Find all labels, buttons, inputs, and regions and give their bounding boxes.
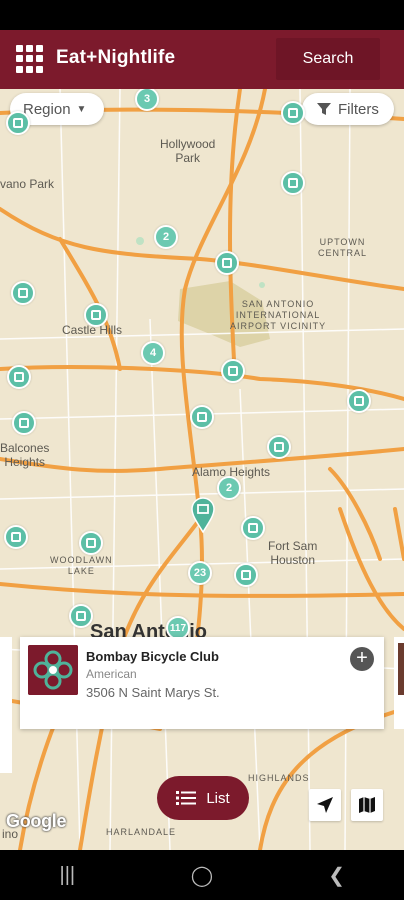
venue-marker[interactable] — [12, 411, 36, 435]
adjacent-card-left[interactable] — [0, 637, 12, 773]
place-category: American — [86, 667, 137, 681]
search-button[interactable]: Search — [276, 38, 380, 80]
home-icon[interactable]: ◯ — [172, 863, 232, 888]
map-label-balcones-heights: Balcones Heights — [0, 441, 50, 469]
venue-marker[interactable] — [267, 435, 291, 459]
filter-icon — [317, 103, 331, 115]
venue-marker[interactable] — [281, 101, 305, 125]
region-label: Region — [23, 100, 71, 118]
map-label-fort-sam-houston: Fort Sam Houston — [268, 539, 318, 567]
filters-label: Filters — [338, 100, 379, 118]
app-title: Eat+Nightlife — [56, 47, 176, 68]
map-view[interactable]: vano Park Hollywood Park UPTOWN CENTRAL … — [0, 89, 404, 850]
list-button-label: List — [206, 789, 230, 807]
map-icon — [359, 797, 375, 813]
venue-marker[interactable] — [7, 365, 31, 389]
map-label-airport: SAN ANTONIO INTERNATIONAL AIRPORT VICINI… — [230, 299, 327, 331]
venue-marker[interactable] — [69, 604, 93, 628]
apps-grid-icon[interactable] — [16, 45, 44, 73]
map-label-highlands: HIGHLANDS — [248, 773, 310, 783]
cluster-marker[interactable]: 23 — [188, 561, 212, 585]
place-address: 3506 N Saint Marys St. — [86, 685, 220, 700]
venue-marker[interactable] — [347, 389, 371, 413]
cluster-marker[interactable]: 2 — [154, 225, 178, 249]
cluster-marker[interactable]: 4 — [141, 341, 165, 365]
cluster-marker[interactable]: 2 — [217, 476, 241, 500]
venue-marker[interactable] — [190, 405, 214, 429]
my-location-button[interactable] — [309, 789, 341, 821]
adjacent-card-right[interactable] — [394, 637, 404, 729]
venue-marker[interactable] — [11, 281, 35, 305]
venue-marker[interactable] — [281, 171, 305, 195]
place-card[interactable]: Bombay Bicycle Club American 3506 N Sain… — [20, 637, 384, 729]
venue-marker[interactable] — [6, 111, 30, 135]
list-icon — [176, 791, 197, 805]
filters-button[interactable]: Filters — [302, 93, 394, 125]
map-label-woodlawn-lake: WOODLAWN LAKE — [50, 555, 113, 576]
place-logo-icon — [28, 645, 78, 695]
venue-marker[interactable] — [215, 251, 239, 275]
app-bar: Eat+Nightlife Search — [0, 30, 404, 89]
map-label-hollywood-park: Hollywood Park — [160, 137, 216, 165]
venue-marker[interactable] — [241, 516, 265, 540]
venue-marker[interactable] — [79, 531, 103, 555]
list-view-button[interactable]: List — [157, 776, 249, 820]
map-label-park: vano Park — [0, 177, 55, 191]
recent-apps-icon[interactable]: ||| — [37, 864, 97, 887]
add-icon[interactable]: + — [350, 647, 374, 671]
map-label-harlandale: HARLANDALE — [106, 827, 177, 837]
venue-marker[interactable] — [234, 563, 258, 587]
map-type-button[interactable] — [351, 789, 383, 821]
navigation-arrow-icon — [317, 797, 333, 813]
chevron-down-icon: ▼ — [76, 103, 87, 115]
venue-marker[interactable] — [221, 359, 245, 383]
status-bar — [0, 0, 404, 30]
google-attribution: Google — [6, 811, 67, 831]
selected-location-pin-icon[interactable] — [191, 497, 215, 533]
map-label-uptown-central: UPTOWN CENTRAL — [318, 237, 368, 258]
back-icon[interactable]: ❮ — [307, 863, 367, 888]
venue-marker[interactable] — [4, 525, 28, 549]
venue-marker[interactable] — [84, 303, 108, 327]
system-nav-bar: ||| ◯ ❮ — [0, 850, 404, 900]
place-name: Bombay Bicycle Club — [86, 649, 219, 664]
